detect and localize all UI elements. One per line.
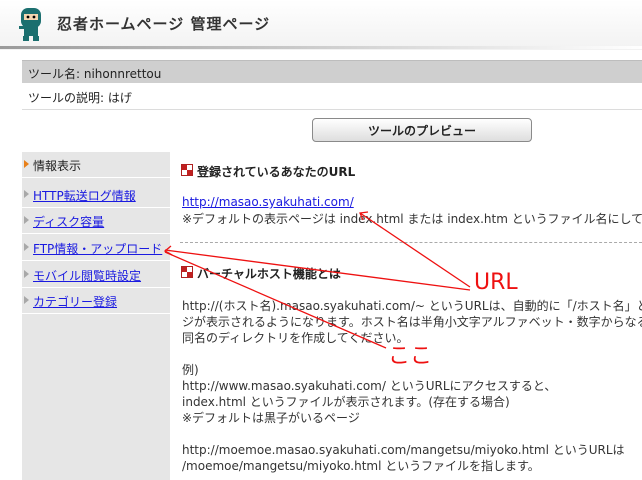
example-label: 例) [182, 363, 199, 377]
sidebar-item-link[interactable]: カテゴリー登録 [33, 293, 117, 310]
virtual-host-text: 同名のディレクトリを作成してください。 [182, 331, 409, 345]
sidebar-item-category[interactable]: カテゴリー登録 [22, 288, 170, 314]
example-text: index.html というファイルが表示されます。(存在する場合) [182, 395, 510, 409]
tool-name-row: ツール名: nihonnrettou [22, 60, 642, 83]
header: 忍者ホームページ 管理ページ [0, 0, 642, 50]
annotation-url-label: URL [474, 270, 518, 295]
sidebar-item-mobile[interactable]: モバイル閲覧時設定 [22, 262, 170, 288]
section-title-virtual-host: バーチャルホスト機能とは [197, 267, 341, 281]
sidebar-item-http-log[interactable]: HTTP転送ログ情報 [22, 182, 170, 208]
arrow-right-icon [24, 216, 29, 224]
sidebar-item-link[interactable]: HTTP転送ログ情報 [33, 187, 136, 204]
virtual-host-text: http://(ホスト名).masao.syakuhati.com/~ というU… [182, 299, 642, 313]
section-title-url: 登録されているあなたのURL [197, 165, 356, 179]
app-title: 忍者ホームページ 管理ページ [57, 15, 271, 33]
tool-description-text: ツールの説明: はげ [28, 91, 132, 105]
sidebar-item-info[interactable]: 情報表示 [22, 152, 170, 178]
arrow-right-icon [24, 270, 29, 278]
sidebar-item-label: 情報表示 [33, 159, 82, 173]
section-divider [180, 242, 642, 243]
section-bullet-icon [181, 164, 193, 176]
example-text: /moemoe/mangetsu/miyoko.html というファイルを指しま… [182, 459, 540, 473]
example-text: http://www.masao.syakuhati.com/ というURLにア… [182, 379, 557, 393]
tool-description-row: ツールの説明: はげ [22, 84, 642, 110]
sidebar-nav: 情報表示 HTTP転送ログ情報 ディスク容量 FTP情報・アップロード モバイル… [22, 152, 170, 480]
arrow-right-icon [24, 296, 29, 304]
tool-preview-button[interactable]: ツールのプレビュー [312, 118, 532, 142]
virtual-host-text: ジが表示されるようになります。ホスト名は半角小文字アルファベット・数字からなる任 [182, 315, 642, 329]
ninja-logo-icon [19, 8, 41, 41]
sidebar-item-link[interactable]: モバイル閲覧時設定 [33, 267, 141, 284]
section-bullet-icon [181, 266, 193, 278]
example-text: ※デフォルトは黒子がいるページ [182, 411, 360, 425]
sidebar-item-link[interactable]: FTP情報・アップロード [33, 240, 162, 257]
default-page-note: ※デフォルトの表示ページは index.html または index.htm と… [182, 212, 642, 226]
arrow-right-icon [24, 160, 29, 168]
annotation-koko-label: ここ [388, 344, 433, 369]
example-text: http://moemoe.masao.syakuhati.com/manget… [182, 443, 625, 457]
header-divider [0, 46, 642, 49]
tool-name-text: ツール名: nihonnrettou [28, 67, 162, 81]
arrow-right-icon [24, 243, 29, 251]
registered-url-link[interactable]: http://masao.syakuhati.com/ [182, 195, 354, 209]
sidebar-item-disk[interactable]: ディスク容量 [22, 208, 170, 234]
sidebar-item-ftp[interactable]: FTP情報・アップロード [22, 235, 170, 261]
arrow-right-icon [24, 190, 29, 198]
sidebar-item-link[interactable]: ディスク容量 [33, 213, 104, 230]
